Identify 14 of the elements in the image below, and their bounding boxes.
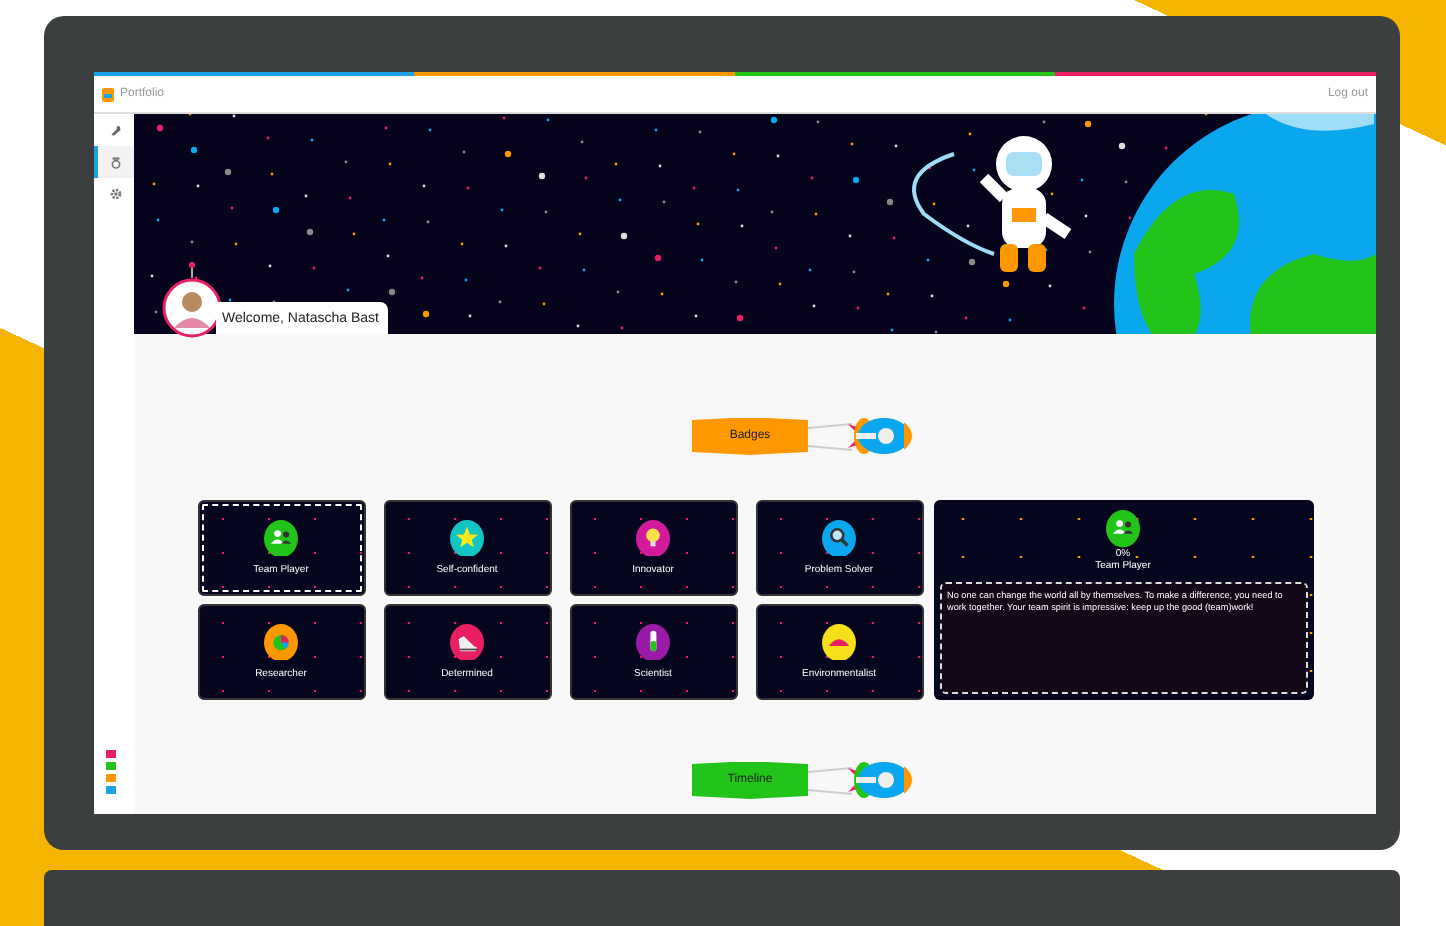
people-icon <box>1106 510 1140 548</box>
magnifier-icon <box>822 519 856 557</box>
lightbulb-icon <box>636 519 670 557</box>
backpack-icon <box>102 87 114 101</box>
hill-icon <box>822 623 856 661</box>
logo-icon <box>106 750 116 794</box>
sidebar-item[interactable] <box>94 146 134 178</box>
settings-icon <box>108 186 124 202</box>
test-tube-icon <box>636 623 670 661</box>
pie-chart-icon <box>264 623 298 661</box>
avatar-icon <box>162 262 222 338</box>
medal-icon <box>108 154 124 170</box>
shoe-icon <box>450 623 484 661</box>
people-icon <box>264 519 298 557</box>
